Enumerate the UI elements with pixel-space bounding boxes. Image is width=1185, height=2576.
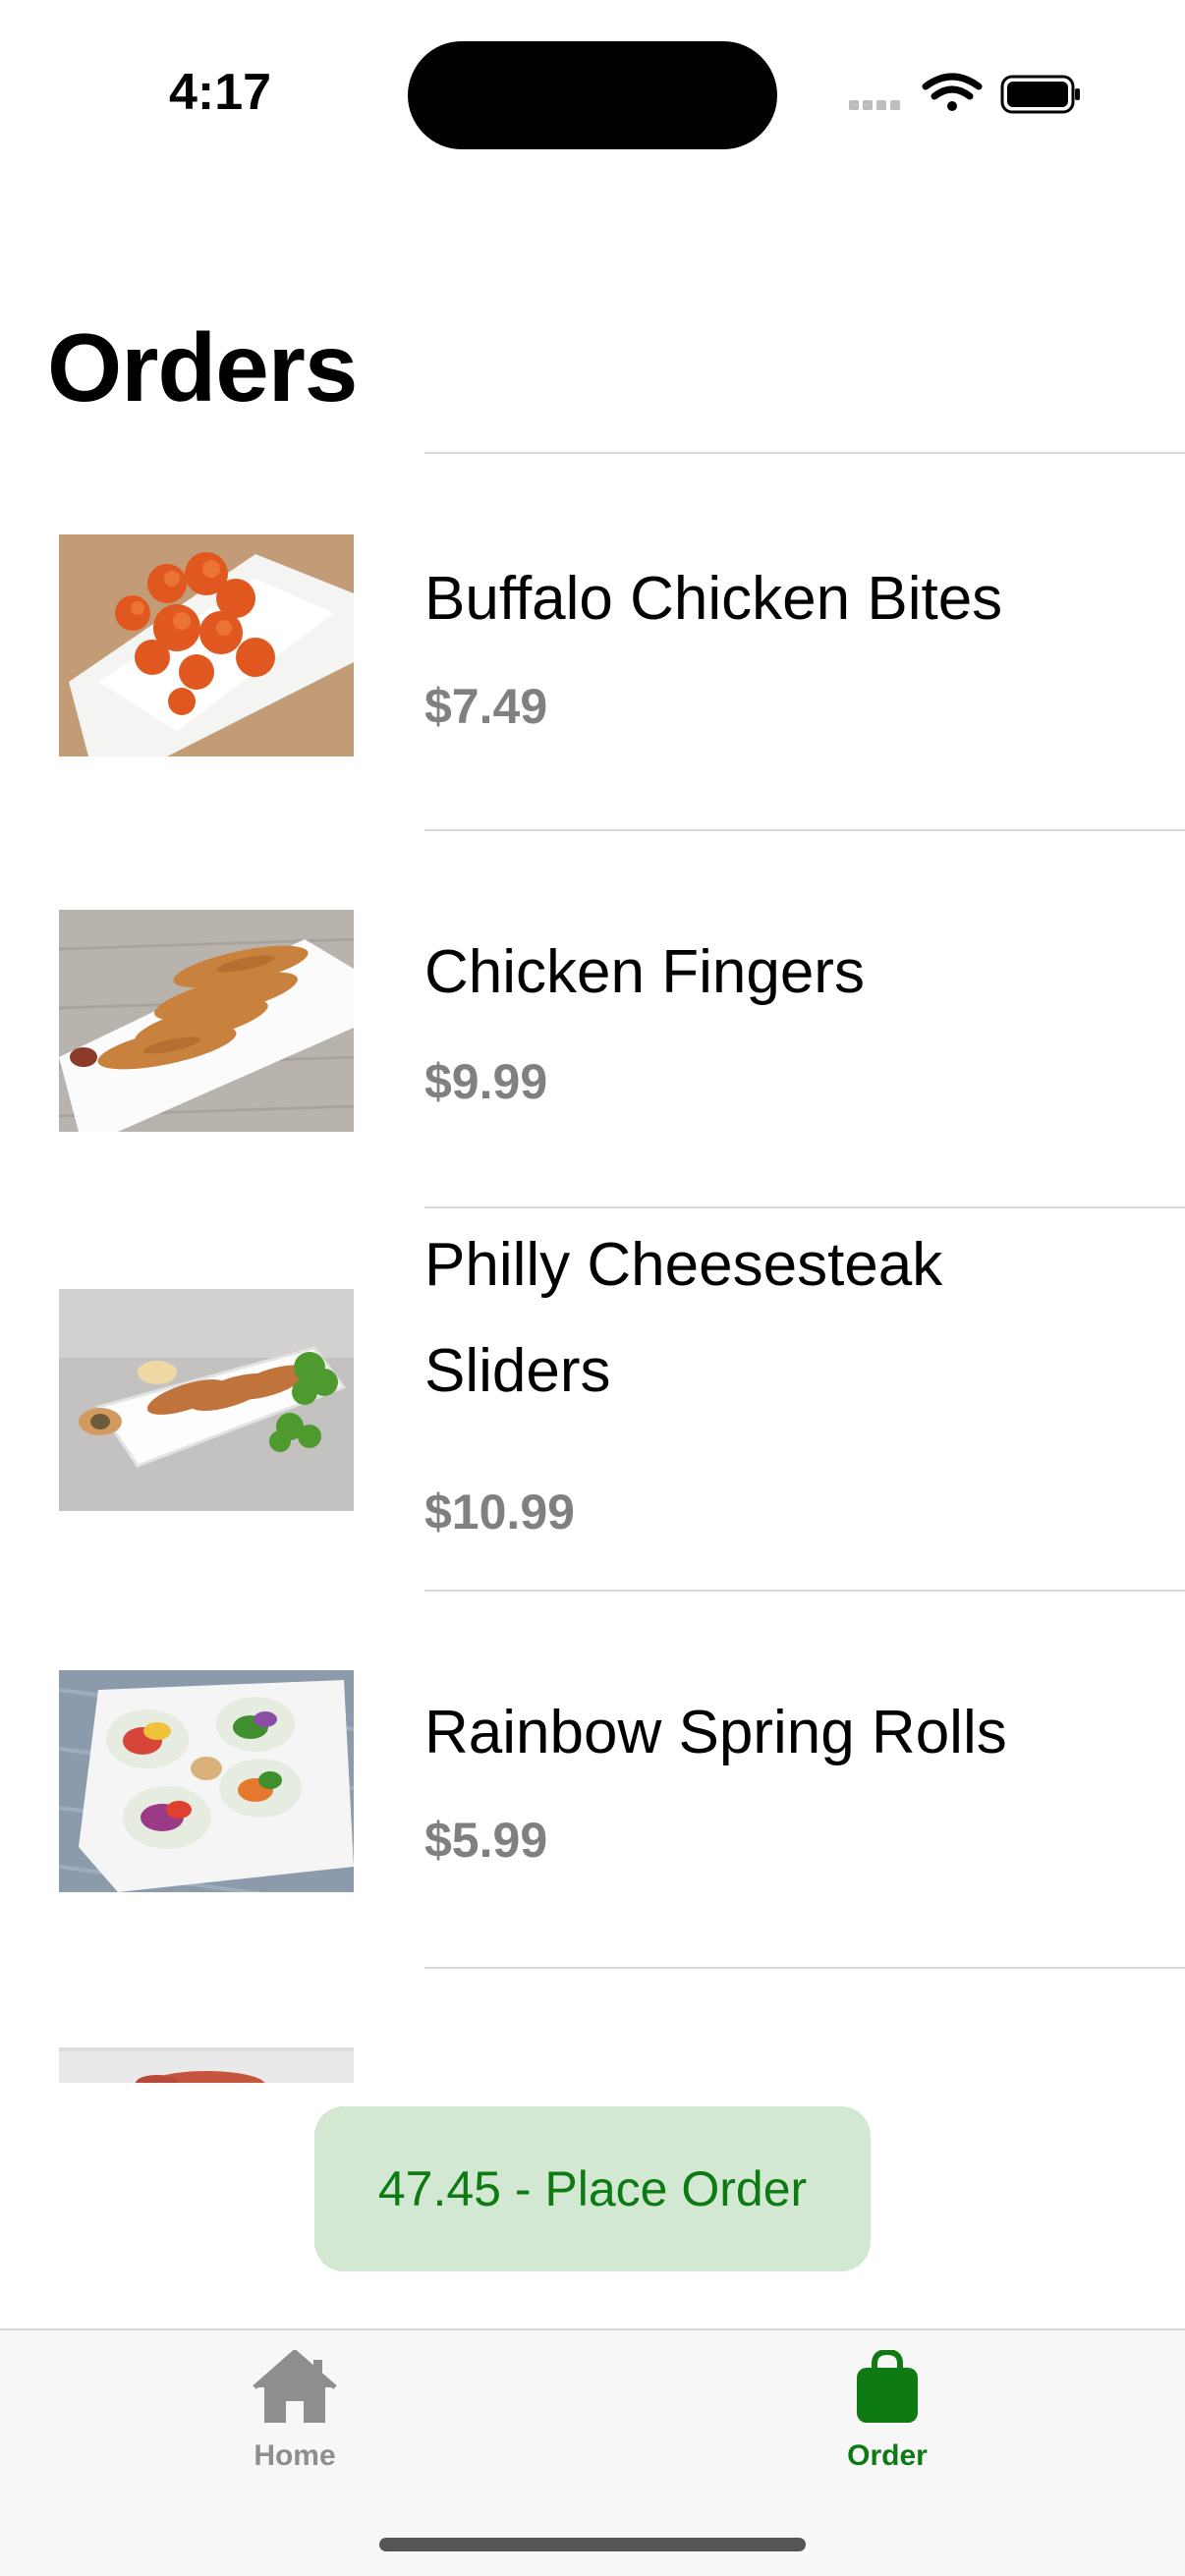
order-row-chicken-fingers[interactable]: Chicken Fingers $9.99 [0,831,1185,1208]
item-name: Philly Cheesesteak Sliders [424,1231,943,1405]
buffalo-chicken-bites-photo [59,534,354,756]
food-photo [59,2047,354,2083]
order-row-philly-cheesesteak-sliders[interactable]: Philly Cheesesteak Sliders $10.99 [0,1208,1185,1592]
status-icons [845,71,1081,120]
status-time: 4:17 [169,64,272,121]
order-row-partial[interactable] [0,1969,1185,2083]
place-order-button[interactable]: 47.45 - Place Order [314,2106,871,2271]
battery-icon [1000,75,1080,114]
item-name: Rainbow Spring Rolls [424,1699,1007,1766]
dynamic-island [408,41,777,149]
item-price: $7.49 [424,679,548,734]
tab-order[interactable]: Order [789,2348,986,2488]
item-name: Chicken Fingers [424,938,865,1006]
wifi-icon [922,73,983,111]
order-list[interactable]: Buffalo Chicken Bites $7.49 Chicken Fing… [0,452,1185,2083]
tab-label: Home [254,2439,336,2472]
house-icon [253,2349,337,2423]
chicken-fingers-photo [59,910,354,1132]
philly-cheesesteak-sliders-photo [59,1289,354,1511]
app-screen: 4:17 Orders Buffalo Chicken Bites $7.49 … [0,0,1185,2576]
bag-icon [857,2348,918,2423]
item-price: $10.99 [424,1484,575,1540]
order-row-rainbow-spring-rolls[interactable]: Rainbow Spring Rolls $5.99 [0,1592,1185,1969]
item-name: Buffalo Chicken Bites [424,565,1003,633]
item-price: $5.99 [424,1813,548,1868]
tab-label: Order [847,2439,928,2472]
order-row-buffalo-chicken-bites[interactable]: Buffalo Chicken Bites $7.49 [0,454,1185,831]
item-price: $9.99 [424,1054,548,1109]
page-title: Orders [47,313,358,421]
tab-home[interactable]: Home [197,2349,393,2488]
rainbow-spring-rolls-photo [59,1670,354,1892]
cellular-signal-icon [849,100,900,110]
home-indicator [379,2538,806,2551]
